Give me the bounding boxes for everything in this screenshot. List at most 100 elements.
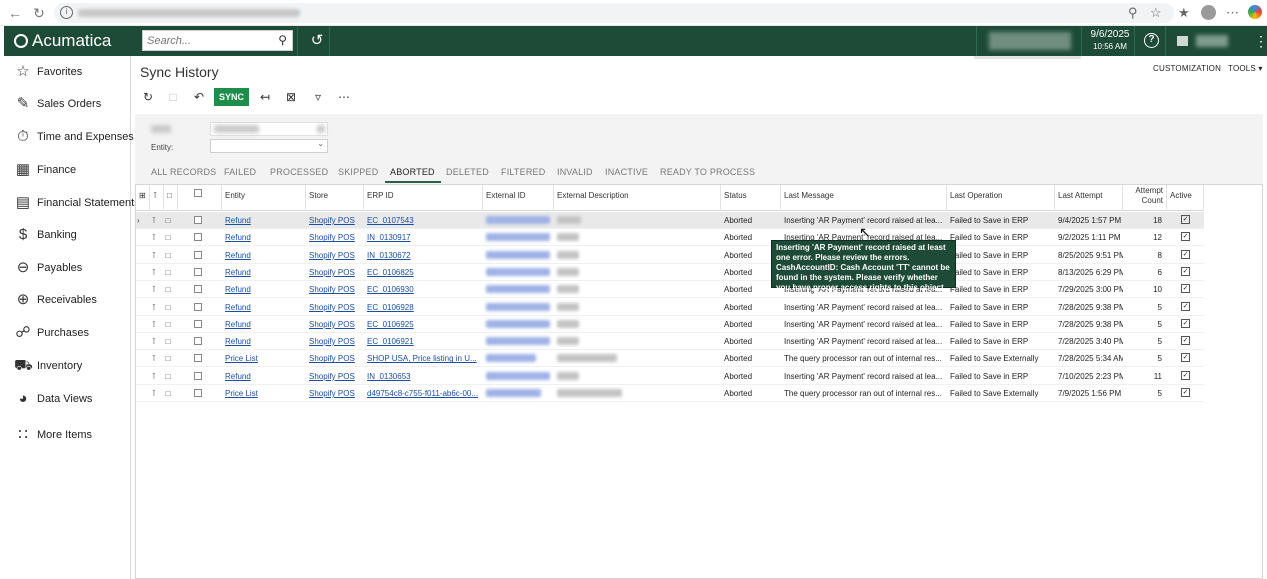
external-id-cell[interactable] — [483, 229, 554, 246]
ai-icon[interactable] — [1248, 5, 1262, 19]
table-row[interactable]: ⊺ □ Refund Shopify POS EC_0106925 Aborted Inse… — [136, 316, 1204, 333]
entity-link[interactable]: Refund — [222, 229, 306, 246]
active-checkbox[interactable]: ✓ — [1181, 370, 1190, 380]
column-settings-icon[interactable]: ⊞ — [136, 185, 150, 211]
sidebar-item-purchases[interactable]: ☍ Purchases — [4, 320, 131, 348]
erp-id-link[interactable]: EC_0106930 — [364, 281, 483, 298]
store-link[interactable]: Shopify POS — [306, 229, 364, 246]
sidebar-item-data-views[interactable]: ◕ Data Views — [4, 386, 131, 414]
table-row[interactable]: ⊺ □ Refund Shopify POS IN_0130917 Aborted Inse… — [136, 229, 1204, 247]
info-icon[interactable]: i — [60, 6, 73, 19]
entity-link[interactable]: Refund — [222, 316, 306, 333]
row-checkbox[interactable] — [194, 371, 202, 380]
note-icon[interactable]: □ — [164, 354, 172, 363]
tab-aborted[interactable]: ABORTED — [390, 167, 435, 177]
kebab-icon[interactable]: ⋮ — [1254, 32, 1267, 50]
note-icon[interactable]: □ — [164, 216, 172, 225]
external-id-cell[interactable] — [483, 281, 554, 298]
star-icon[interactable]: ☆ — [1150, 4, 1162, 22]
attachment-icon[interactable]: ⊺ — [150, 354, 158, 363]
note-icon[interactable]: □ — [164, 251, 172, 260]
external-id-cell[interactable] — [483, 385, 554, 402]
erp-id-link[interactable]: EC_0107543 — [364, 212, 483, 229]
attachment-icon[interactable]: ⊺ — [150, 216, 158, 225]
table-row[interactable]: ⊺□RefundShopify POSEC_0106825AbortedInse… — [136, 264, 1204, 281]
header-erp-id[interactable]: ERP ID — [364, 185, 483, 211]
customization-menu[interactable]: CUSTOMIZATION — [1153, 64, 1221, 73]
attachment-icon[interactable]: ⊺ — [150, 285, 158, 294]
favorites-icon[interactable]: ★ — [1178, 4, 1190, 22]
note-icon[interactable]: □ — [164, 285, 172, 294]
active-checkbox[interactable]: ✓ — [1181, 388, 1190, 397]
active-checkbox[interactable]: ✓ — [1181, 249, 1190, 259]
row-checkbox[interactable] — [194, 319, 202, 328]
tab-deleted[interactable]: DELETED — [446, 167, 489, 177]
menu-icon[interactable]: ⋯ — [1226, 4, 1239, 22]
table-row[interactable]: ⊺ □ Refund Shopify POS IN_0130653 Aborted Inse… — [136, 368, 1204, 385]
business-date[interactable]: 9/6/2025 10:56 AM — [1086, 29, 1134, 53]
external-id-cell[interactable] — [483, 264, 554, 281]
tab-ready-to-process[interactable]: READY TO PROCESS — [660, 167, 755, 177]
back-icon[interactable]: ← — [6, 4, 24, 22]
active-checkbox[interactable]: ✓ — [1181, 353, 1190, 363]
header-entity[interactable]: Entity — [222, 185, 306, 211]
header-status[interactable]: Status — [721, 185, 781, 211]
erp-id-link[interactable]: SHOP USA, Price listing in U... — [364, 350, 483, 367]
help-icon[interactable]: ? — [1144, 33, 1159, 48]
row-checkbox[interactable] — [194, 337, 202, 346]
tab-processed[interactable]: PROCESSED — [270, 167, 328, 177]
external-id-cell[interactable] — [483, 350, 554, 367]
header-external-description[interactable]: External Description — [554, 185, 721, 211]
tab-inactive[interactable]: INACTIVE — [605, 167, 648, 177]
external-id-cell[interactable] — [483, 247, 554, 264]
note-icon[interactable]: □ — [164, 372, 172, 381]
external-id-cell[interactable] — [483, 212, 554, 229]
erp-id-link[interactable]: IN_0130917 — [364, 229, 483, 246]
header-active[interactable]: Active — [1167, 185, 1204, 211]
entity-link[interactable]: Refund — [222, 247, 306, 264]
sidebar-item-payables[interactable]: ⊖ Payables — [4, 255, 131, 283]
active-checkbox[interactable]: ✓ — [1181, 215, 1190, 224]
sidebar-item-finance[interactable]: ▦ Finance — [4, 157, 131, 185]
erp-id-link[interactable]: IN_0130672 — [364, 247, 483, 264]
table-row[interactable]: ⊺ □ Refund Shopify POS EC_0106921 Aborted Inse… — [136, 333, 1204, 351]
header-last-message[interactable]: Last Message — [781, 185, 947, 211]
tab-all-records[interactable]: ALL RECORDS — [151, 167, 216, 177]
attachment-icon[interactable]: ⊺ — [150, 320, 158, 329]
header-attempt-count[interactable]: Attempt Count — [1123, 185, 1167, 211]
address-bar[interactable]: i — [54, 3, 1174, 23]
active-checkbox[interactable]: ✓ — [1181, 284, 1190, 294]
profile-icon[interactable] — [1201, 5, 1216, 20]
history-icon[interactable]: ↺ — [307, 31, 327, 51]
store-link[interactable]: Shopify POS — [306, 247, 364, 264]
tab-filtered[interactable]: FILTERED — [501, 167, 545, 177]
active-checkbox[interactable]: ✓ — [1181, 301, 1190, 311]
fit-columns-icon[interactable]: ↤ — [256, 88, 274, 106]
sidebar-item-sales-orders[interactable]: ✎ Sales Orders — [4, 91, 131, 119]
active-checkbox[interactable]: ✓ — [1181, 266, 1190, 276]
attachment-icon[interactable]: ⊺ — [150, 303, 158, 312]
row-checkbox[interactable] — [194, 302, 202, 311]
erp-id-link[interactable]: IN_0130653 — [364, 368, 483, 385]
erp-id-link[interactable]: EC_0106925 — [364, 316, 483, 333]
brand-logo[interactable]: Acumatica — [14, 32, 111, 50]
sync-button[interactable]: SYNC — [214, 88, 249, 106]
sidebar-item-inventory[interactable]: ⛟ Inventory — [4, 353, 131, 381]
table-row[interactable]: ⊺ □ Price List Shopify POS d49754c8-c755-f01… — [136, 385, 1204, 402]
row-checkbox[interactable] — [194, 250, 202, 259]
erp-id-link[interactable]: EC_0106928 — [364, 299, 483, 316]
external-id-cell[interactable] — [483, 333, 554, 350]
entity-link[interactable]: Price List — [222, 350, 306, 367]
note-icon[interactable]: □ — [164, 233, 172, 242]
erp-id-link[interactable]: EC_0106825 — [364, 264, 483, 281]
refresh-icon[interactable]: ↻ — [139, 88, 157, 106]
sidebar-item-time-and-expenses[interactable]: ⏱ Time and Expenses — [4, 124, 134, 152]
user-icon[interactable] — [1177, 36, 1188, 46]
undo-icon[interactable]: ↶ — [190, 88, 208, 106]
store-link[interactable]: Shopify POS — [306, 281, 364, 298]
reload-icon[interactable]: ↻ — [30, 4, 48, 22]
export-excel-icon[interactable]: ⊠ — [282, 88, 300, 106]
attachment-icon[interactable]: ⊺ — [150, 337, 158, 346]
store-link[interactable]: Shopify POS — [306, 316, 364, 333]
entity-link[interactable]: Refund — [222, 299, 306, 316]
